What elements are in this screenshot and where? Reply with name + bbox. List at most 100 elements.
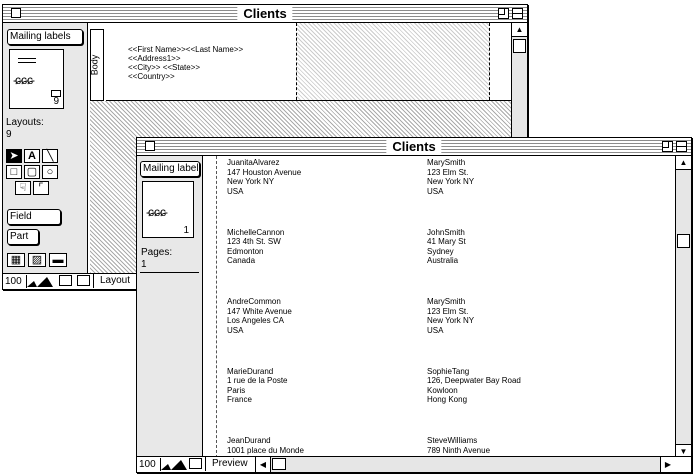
preview-status-area: Mailing labels -ɕ-ɕ-ɕ- 1 Pages: 1 [137,156,203,458]
zoom-box-icon[interactable] [498,8,509,19]
zoom-level[interactable]: 100 [139,458,161,471]
label-record: MichelleCannon 123 4th St. SW Edmonton Cana… [227,228,284,266]
rounded-rectangle-tool-icon[interactable]: ▢ [24,165,40,179]
layout-window-titlebar[interactable]: Clients [3,5,527,23]
rectangle-tool-icon[interactable]: □ [6,165,22,179]
label-line: SophieTang [427,366,470,376]
label-line: Australia [427,256,459,265]
label-line: 789 Ninth Avenue [427,445,491,455]
horizontal-scrollbar[interactable]: ◀ ▶ [255,457,675,472]
horizontal-scroll-thumb[interactable] [272,458,286,470]
body-part-tab[interactable]: Body [89,29,104,101]
label-line: USA [227,186,244,196]
mode-popup-icon[interactable] [77,275,90,286]
label-line: SteveWilliams [427,436,478,445]
collapse-box-icon[interactable] [676,141,687,152]
window-title: Clients [237,6,293,21]
label-line: USA [427,186,444,196]
line-width-icon[interactable]: ▬ [49,253,67,267]
portal-tool-icon[interactable]: ⌜ [33,181,49,195]
label-record: MarySmith 123 Elm St. New York NY USA [427,297,474,335]
label-line: USA [227,325,244,335]
field-tool-button[interactable]: Field [7,209,61,225]
label-line: MarieDurand [227,366,274,376]
status-area-toggle-icon[interactable] [189,458,202,469]
book-icon[interactable]: -ɕ-ɕ-ɕ- 9 [9,49,64,109]
layout-menu-button[interactable]: Mailing labels [7,29,83,45]
label-record: MarySmith 123 Elm St. New York NY USA [427,158,474,196]
label-line: 41 Mary St [427,237,466,246]
layouts-count: 9 [6,129,12,140]
label-line: JuanitaAlvarez [227,158,280,167]
label-line: 126, Deepwater Bay Road [427,376,521,385]
pointer-tool-icon[interactable]: ➤ [6,149,22,163]
mode-label[interactable]: Preview [205,457,256,471]
collapse-box-icon[interactable] [512,8,523,19]
part-tool-label: Part [10,231,29,242]
label-line: JeanDurand [227,436,271,445]
label-line: 147 Houston Avenue [227,167,302,177]
label-line: 147 White Avenue [227,306,292,316]
label-line: 1001 place du Monde [227,445,304,455]
label-line: MarySmith [427,297,466,306]
label-line: New York NY [227,177,275,186]
label-line: MichelleCannon [227,227,285,237]
scroll-right-arrow-icon[interactable]: ▶ [660,457,675,472]
label-record: SophieTang 126, Deepwater Bay Road Kowloon… [427,367,521,405]
pages-count: 1 [141,259,147,270]
label-record: MarieDurand 1 rue de la Poste Paris France [227,367,287,405]
oval-tool-icon[interactable]: ○ [42,165,58,179]
label-line: Los Angeles CA [227,316,284,325]
zoom-mountains-icon[interactable] [161,458,187,470]
mode-label[interactable]: Layout [93,274,130,288]
layout-field-country[interactable]: <<Country>> [128,72,175,82]
label-record: SteveWilliams 789 Ninth Avenue [427,436,490,455]
scroll-left-arrow-icon[interactable]: ◀ [256,457,271,472]
label-record: JeanDurand 1001 place du Monde [227,436,304,455]
zoom-box-icon[interactable] [662,141,673,152]
label-record: JuanitaAlvarez 147 Houston Avenue New York… [227,158,301,196]
preview-window: Clients Mailing labels -ɕ-ɕ-ɕ- 1 Pages: … [136,137,692,473]
status-area-toggle-icon[interactable] [59,275,72,286]
label-line: Kowloon [427,385,458,395]
label-line: 123 Elm St. [427,306,469,316]
layout-menu-button[interactable]: Mailing labels [140,161,200,177]
status-divider [140,272,199,273]
scroll-up-arrow-icon[interactable]: ▲ [512,23,527,37]
preview-status-bar: 100 Preview ◀ ▶ [137,456,691,472]
layouts-label: Layouts: [6,117,44,128]
preview-window-titlebar[interactable]: Clients [137,138,691,156]
part-tool-button[interactable]: Part [7,229,39,245]
scroll-thumb[interactable] [513,39,526,53]
label-line: 1 rue de la Poste [227,376,288,385]
pen-pattern-icon[interactable]: ▨ [28,253,46,267]
label-line: 123 4th St. SW [227,237,281,246]
button-tool-icon[interactable]: ☟ [15,181,31,195]
fill-color-icon[interactable]: ▦ [7,253,25,267]
book-rings-icon: -ɕ-ɕ-ɕ- [146,205,168,219]
label-line: Edmonton [227,246,264,256]
label-line: AndreCommon [227,297,281,306]
scroll-thumb[interactable] [677,234,690,248]
label-line: France [227,395,252,404]
close-box-icon[interactable] [11,8,21,18]
window-title: Clients [386,139,442,154]
zoom-level[interactable]: 100 [5,275,27,288]
tool-palette: ➤ A ╲ □ ▢ ○ ☟ ⌜ [6,149,86,199]
label-line: MarySmith [427,158,466,167]
scroll-up-arrow-icon[interactable]: ▲ [676,156,691,170]
label-line: Paris [227,385,246,395]
page-margin-line [216,156,217,458]
zoom-mountains-icon[interactable] [27,275,53,287]
layout-body-area: <<First Name>><<Last Name>> <<Address1>>… [106,23,513,101]
book-page-number: 1 [183,225,189,236]
line-tool-icon[interactable]: ╲ [42,149,58,163]
preview-vertical-scrollbar[interactable]: ▲ ▼ [675,156,691,458]
text-tool-icon[interactable]: A [24,149,40,163]
preview-page: JuanitaAlvarez 147 Houston Avenue New York… [203,156,677,458]
close-box-icon[interactable] [145,141,155,151]
label-line: Sydney [427,246,454,256]
book-icon[interactable]: -ɕ-ɕ-ɕ- 1 [142,181,194,238]
column-divider [296,23,490,100]
label-line: Hong Kong [427,395,468,404]
